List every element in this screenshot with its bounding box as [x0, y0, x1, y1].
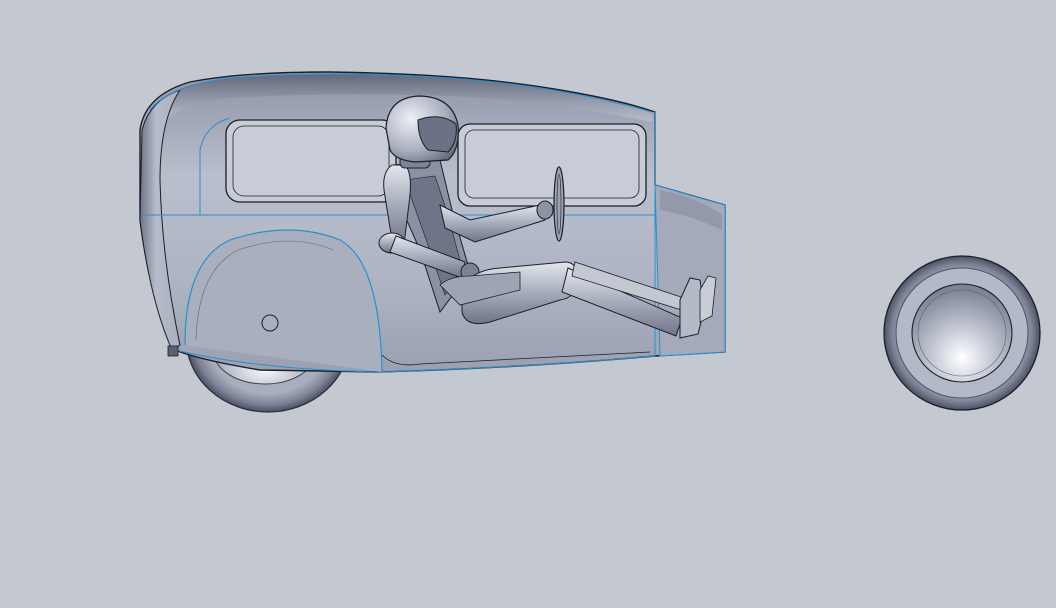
cad-graphics-viewport[interactable] — [0, 0, 1056, 608]
steering-wheel[interactable] — [553, 166, 565, 242]
cad-model-render[interactable] — [0, 0, 1056, 608]
detached-front-wheel[interactable] — [883, 255, 1041, 411]
